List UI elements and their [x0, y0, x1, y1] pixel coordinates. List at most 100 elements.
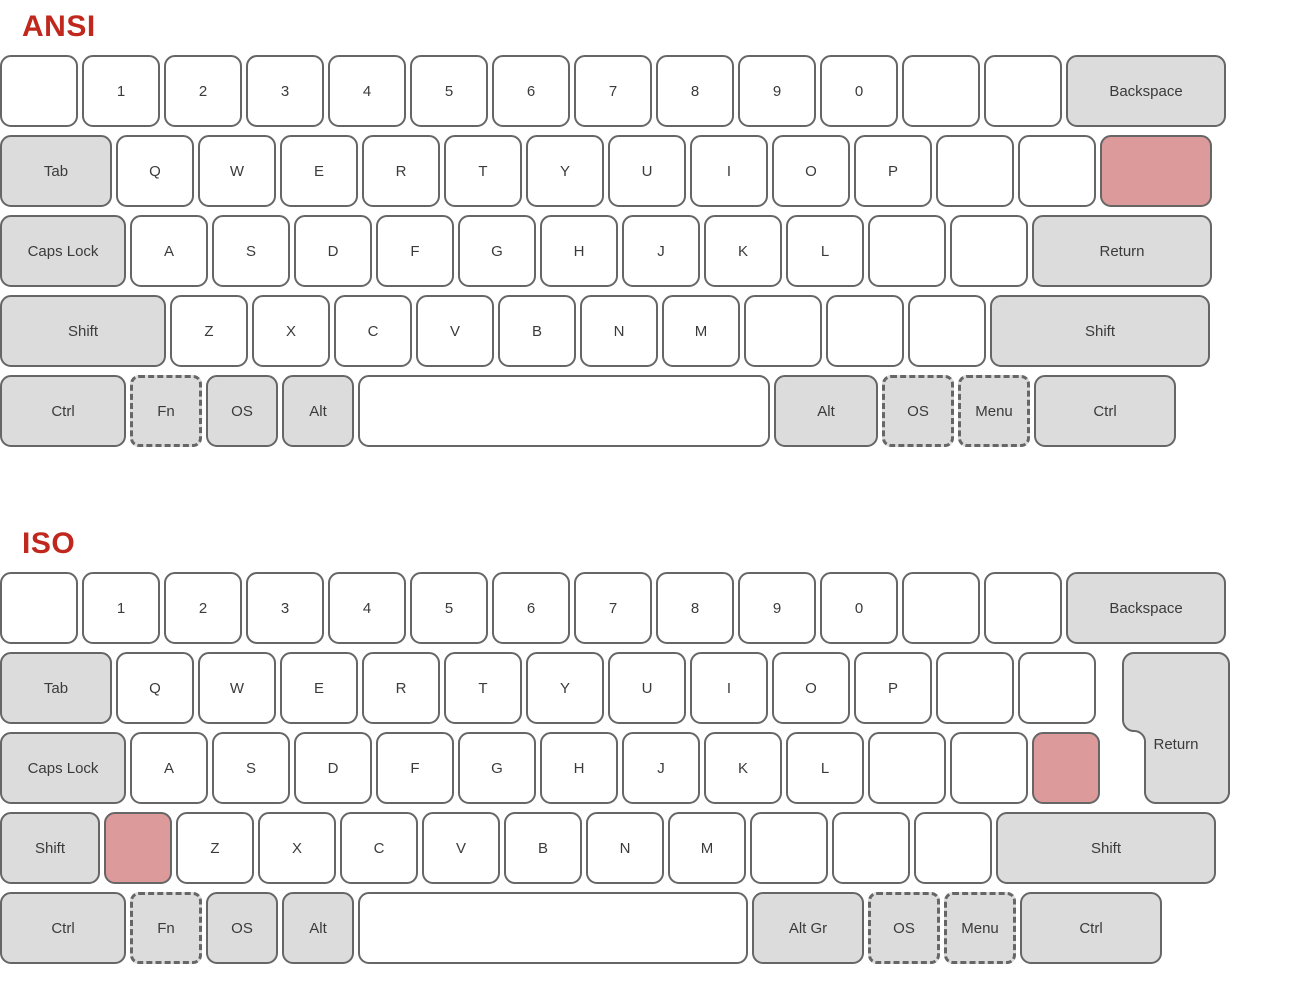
key-o[interactable]: O — [772, 135, 850, 207]
key-alt-gr[interactable]: Alt Gr — [752, 892, 864, 964]
key-u[interactable]: U — [608, 135, 686, 207]
key-z[interactable]: Z — [176, 812, 254, 884]
key-blank-12[interactable] — [936, 135, 1014, 207]
key-7[interactable]: 7 — [574, 55, 652, 127]
key-tab[interactable]: Tab — [0, 652, 112, 724]
key-y[interactable]: Y — [526, 135, 604, 207]
key-blank-5[interactable] — [358, 892, 748, 964]
key-alt[interactable]: Alt — [282, 892, 354, 964]
key-caps-lock[interactable]: Caps Lock — [0, 215, 126, 287]
key-e[interactable]: E — [280, 652, 358, 724]
key-blank-11[interactable] — [868, 732, 946, 804]
key-ctrl[interactable]: Ctrl — [1034, 375, 1176, 447]
key-fn[interactable]: Fn — [130, 375, 202, 447]
key-blank-9[interactable] — [744, 295, 822, 367]
key-0[interactable]: 0 — [820, 572, 898, 644]
key-4[interactable]: 4 — [328, 55, 406, 127]
key-shift[interactable]: Shift — [0, 295, 166, 367]
key-menu[interactable]: Menu — [958, 375, 1030, 447]
key-9[interactable]: 9 — [738, 55, 816, 127]
key-z[interactable]: Z — [170, 295, 248, 367]
key-4[interactable]: 4 — [328, 572, 406, 644]
key-backspace[interactable]: Backspace — [1066, 572, 1226, 644]
key-i[interactable]: I — [690, 135, 768, 207]
key-8[interactable]: 8 — [656, 572, 734, 644]
key-x[interactable]: X — [252, 295, 330, 367]
key-2[interactable]: 2 — [164, 55, 242, 127]
key-1[interactable]: 1 — [82, 572, 160, 644]
key-r[interactable]: R — [362, 135, 440, 207]
key-j[interactable]: J — [622, 732, 700, 804]
key-q[interactable]: Q — [116, 135, 194, 207]
key-m[interactable]: M — [668, 812, 746, 884]
key-k[interactable]: K — [704, 215, 782, 287]
key-g[interactable]: G — [458, 732, 536, 804]
key-os[interactable]: OS — [206, 892, 278, 964]
key-e[interactable]: E — [280, 135, 358, 207]
key-5[interactable]: 5 — [410, 572, 488, 644]
key-ctrl[interactable]: Ctrl — [0, 892, 126, 964]
key-blank-13[interactable] — [984, 55, 1062, 127]
key-blank-12[interactable] — [902, 55, 980, 127]
key-blank-5[interactable] — [358, 375, 770, 447]
key-s[interactable]: S — [212, 732, 290, 804]
key-blank-11[interactable] — [868, 215, 946, 287]
key-blank-13[interactable] — [1018, 135, 1096, 207]
key-os[interactable]: OS — [206, 375, 278, 447]
key-5[interactable]: 5 — [410, 55, 488, 127]
key-caps-lock[interactable]: Caps Lock — [0, 732, 126, 804]
key-x[interactable]: X — [258, 812, 336, 884]
key-ctrl[interactable]: Ctrl — [1020, 892, 1162, 964]
key-l[interactable]: L — [786, 732, 864, 804]
key-3[interactable]: 3 — [246, 572, 324, 644]
key-c[interactable]: C — [340, 812, 418, 884]
key-blank-14[interactable] — [1100, 135, 1212, 207]
key-blank-13[interactable] — [1032, 732, 1100, 804]
key-blank-12[interactable] — [950, 215, 1028, 287]
key-shift[interactable]: Shift — [0, 812, 100, 884]
key-c[interactable]: C — [334, 295, 412, 367]
key-backspace[interactable]: Backspace — [1066, 55, 1226, 127]
key-t[interactable]: T — [444, 652, 522, 724]
key-r[interactable]: R — [362, 652, 440, 724]
key-a[interactable]: A — [130, 732, 208, 804]
key-menu[interactable]: Menu — [944, 892, 1016, 964]
key-6[interactable]: 6 — [492, 55, 570, 127]
key-n[interactable]: N — [580, 295, 658, 367]
key-2[interactable]: 2 — [164, 572, 242, 644]
key-s[interactable]: S — [212, 215, 290, 287]
key-6[interactable]: 6 — [492, 572, 570, 644]
key-alt[interactable]: Alt — [282, 375, 354, 447]
key-i[interactable]: I — [690, 652, 768, 724]
key-7[interactable]: 7 — [574, 572, 652, 644]
key-blank-1[interactable] — [0, 55, 78, 127]
key-blank-1[interactable] — [0, 572, 78, 644]
key-p[interactable]: P — [854, 135, 932, 207]
key-blank-12[interactable] — [936, 652, 1014, 724]
key-g[interactable]: G — [458, 215, 536, 287]
key-fn[interactable]: Fn — [130, 892, 202, 964]
key-n[interactable]: N — [586, 812, 664, 884]
key-f[interactable]: F — [376, 215, 454, 287]
key-t[interactable]: T — [444, 135, 522, 207]
key-o[interactable]: O — [772, 652, 850, 724]
key-os[interactable]: OS — [868, 892, 940, 964]
key-b[interactable]: B — [504, 812, 582, 884]
key-3[interactable]: 3 — [246, 55, 324, 127]
key-blank-2[interactable] — [104, 812, 172, 884]
key-blank-12[interactable] — [902, 572, 980, 644]
key-shift[interactable]: Shift — [996, 812, 1216, 884]
key-8[interactable]: 8 — [656, 55, 734, 127]
key-blank-13[interactable] — [1018, 652, 1096, 724]
key-0[interactable]: 0 — [820, 55, 898, 127]
key-os[interactable]: OS — [882, 375, 954, 447]
key-v[interactable]: V — [422, 812, 500, 884]
key-ctrl[interactable]: Ctrl — [0, 375, 126, 447]
key-p[interactable]: P — [854, 652, 932, 724]
key-blank-11[interactable] — [908, 295, 986, 367]
key-9[interactable]: 9 — [738, 572, 816, 644]
key-v[interactable]: V — [416, 295, 494, 367]
key-b[interactable]: B — [498, 295, 576, 367]
key-1[interactable]: 1 — [82, 55, 160, 127]
key-u[interactable]: U — [608, 652, 686, 724]
